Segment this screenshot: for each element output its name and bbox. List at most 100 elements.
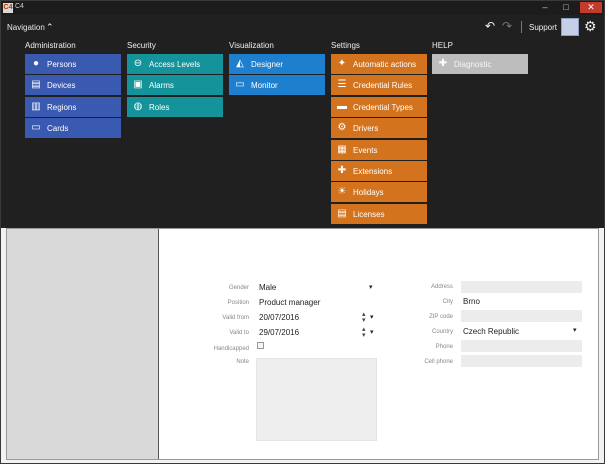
valid-from-field[interactable]: 20/07/2016 [259,313,299,322]
maximize-button[interactable]: □ [557,2,575,13]
menu-item-label: Credential Types [353,102,413,112]
license-icon: ▤ [337,207,347,219]
country-select[interactable]: Czech Republic [463,327,519,336]
diagnostic-icon: ✚ [438,58,448,69]
menu-item-licenses[interactable]: ▤ Licenses [331,203,427,224]
menu-item-label: Designer [251,60,284,69]
menu-header-help: HELP [432,41,453,50]
menu-column-administration: Administration ● Persons ▤ Devices ▥ Reg… [25,41,121,140]
menu-column-help: HELP ✚ Diagnostic [432,41,528,75]
menu-item-label: Cards [47,124,69,134]
compass-icon: ◭ [236,58,244,69]
phone-field[interactable] [461,340,582,352]
menu-header-administration: Administration [25,41,76,50]
chevron-down-icon[interactable]: ▾ [370,313,374,321]
menu-column-settings: Settings ✦ Automatic actions ☰ Credentia… [331,41,427,225]
zip-code-field[interactable] [461,310,582,322]
alarm-icon: ▣ [133,79,143,91]
menu-item-regions[interactable]: ▥ Regions [25,96,121,117]
menu-header-settings: Settings [331,41,360,50]
position-label: Position [227,300,249,306]
support-link[interactable]: Support [529,23,557,32]
cell-phone-field[interactable] [461,355,582,367]
handicapped-label: Handicapped [213,346,249,352]
chevron-down-icon[interactable]: ▾ [370,328,374,336]
menu-item-diagnostic[interactable]: ✚ Diagnostic [432,54,528,74]
puzzle-icon: ✚ [337,164,347,176]
menu-item-label: Drivers [353,124,379,134]
undo-icon[interactable]: ↶ [485,20,495,32]
menu-item-label: Automatic actions [353,60,417,69]
sun-icon: ☀ [337,186,347,198]
close-button[interactable]: ✕ [580,2,602,13]
menu-item-label: Monitor [251,81,278,91]
menu-item-monitor[interactable]: ▭ Monitor [229,75,325,96]
menu-item-label: Persons [47,60,77,69]
country-label: Country [431,329,453,335]
building-icon: ▥ [31,100,41,112]
valid-from-stepper-icon[interactable]: ▴ ▾ [362,311,366,324]
wand-icon: ✦ [337,58,347,69]
menu-item-label: Events [353,145,378,155]
valid-to-label: Valid to [229,330,249,336]
note-label: Note [236,359,249,365]
menu-item-persons[interactable]: ● Persons [25,54,121,74]
title-bar: C4 C4 – □ ✕ [1,1,604,15]
valid-to-field[interactable]: 29/07/2016 [259,328,299,337]
gear-icon[interactable]: ⚙ [584,19,597,33]
zip-code-label: ZIP code [429,314,453,320]
gender-select[interactable]: Male [259,283,276,292]
toolbar-divider [521,21,522,33]
menu-item-label: Holidays [353,188,384,198]
menu-item-label: Access Levels [149,60,201,69]
menu-item-automatic-actions[interactable]: ✦ Automatic actions [331,54,427,74]
left-pane [7,229,159,459]
cell-phone-label: Cell phone [424,359,453,365]
chevron-down-icon[interactable]: ▾ [369,283,373,291]
menu-column-visualization: Visualization ◭ Designer ▭ Monitor [229,41,325,97]
gender-label: Gender [228,285,249,291]
menu-header-visualization: Visualization [229,41,274,50]
user-avatar[interactable] [561,18,579,36]
menu-item-access-levels[interactable]: ⊖ Access Levels [127,54,223,74]
menu-header-security: Security [127,41,156,50]
menu-item-alarms[interactable]: ▣ Alarms [127,75,223,96]
minimize-button[interactable]: – [536,2,554,13]
menu-item-designer[interactable]: ◭ Designer [229,54,325,74]
position-field[interactable]: Product manager [259,298,320,307]
menu-item-credential-rules[interactable]: ☰ Credential Rules [331,75,427,96]
menu-item-cards[interactable]: ▭ Cards [25,118,121,139]
valid-to-stepper-icon[interactable]: ▴ ▾ [362,326,366,339]
chevron-down-icon[interactable]: ▾ [573,326,577,334]
chevron-up-icon[interactable]: ⌃ [46,22,54,33]
menu-item-roles[interactable]: ◍ Roles [127,96,223,117]
handicapped-checkbox[interactable] [257,342,264,349]
rules-icon: ☰ [337,79,347,91]
address-label: Address [430,284,453,290]
navigation-menu: Administration ● Persons ▤ Devices ▥ Reg… [1,39,604,228]
types-icon: ▬ [337,100,347,112]
city-field[interactable]: Brno [463,297,480,306]
menu-item-credential-types[interactable]: ▬ Credential Types [331,96,427,117]
events-icon: ▦ [337,143,347,155]
window-title: C4 [15,3,24,10]
menu-column-security: Security ⊖ Access Levels ▣ Alarms ◍ Role… [127,41,223,118]
roles-icon: ◍ [133,100,143,112]
menu-item-label: Licenses [353,209,385,219]
navigation-toggle[interactable]: Navigation [7,23,45,32]
menu-item-label: Credential Rules [353,81,413,91]
note-textarea[interactable] [256,358,377,441]
app-logo-icon: C4 [3,3,13,13]
device-icon: ▤ [31,79,41,91]
menu-item-drivers[interactable]: ⚙ Drivers [331,118,427,139]
phone-label: Phone [435,344,453,350]
redo-icon[interactable]: ↷ [502,20,512,32]
card-icon: ▭ [31,122,41,134]
menu-item-holidays[interactable]: ☀ Holidays [331,182,427,203]
menu-item-extensions[interactable]: ✚ Extensions [331,160,427,181]
person-icon: ● [32,58,40,69]
address-field[interactable] [461,281,582,293]
menu-item-events[interactable]: ▦ Events [331,139,427,160]
menu-item-devices[interactable]: ▤ Devices [25,75,121,96]
menu-item-label: Extensions [353,166,393,176]
